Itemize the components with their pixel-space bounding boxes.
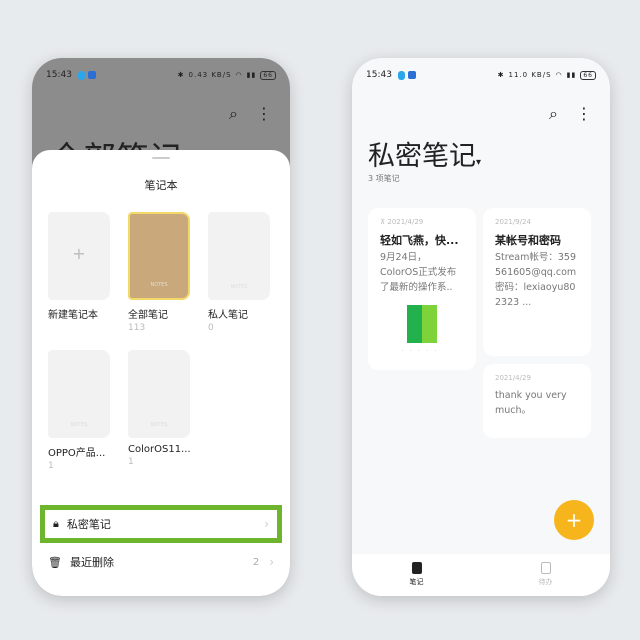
dropdown-icon: ▾	[476, 157, 482, 168]
app-notification-icon	[407, 71, 416, 79]
wifi-icon: ◠	[235, 71, 243, 79]
recently-deleted-row[interactable]: 🗑︎ 最近删除 2 ›	[40, 543, 282, 581]
bottom-tab-bar: 笔记 待办	[352, 554, 610, 596]
tab-notes[interactable]: 笔记	[352, 554, 481, 596]
note-icon	[411, 562, 422, 574]
bluetooth-icon: ✱	[177, 71, 185, 79]
right-phone-screen: 15:43 ✱ 11.0 KB/S ◠ ▮▮ 66 ⌕ ⋮ 私密笔记▾ 3 项笔记 ⊼ 2…	[352, 58, 610, 596]
note-card[interactable]: 2021/9/24 某帐号和密码 Stream帐号：359561605@qq.c…	[483, 208, 591, 356]
note-card[interactable]: ⊼ 2021/4/29 轻如飞燕，快... 9月24日，ColorOS正式发布了…	[368, 208, 476, 370]
page-title[interactable]: 私密笔记▾	[368, 134, 481, 173]
sheet-handle[interactable]	[152, 157, 170, 159]
bluetooth-icon: ✱	[497, 71, 505, 79]
add-note-button[interactable]: +	[554, 500, 594, 540]
notebook-oppo[interactable]: NOTES OPPO产品... 1	[48, 350, 110, 471]
status-time: 15:43	[46, 70, 72, 80]
todo-icon	[540, 562, 551, 574]
note-image-thumbnail	[407, 305, 437, 343]
status-time: 15:43	[366, 70, 392, 80]
app-notification-icon	[87, 71, 96, 79]
app-notification-icon	[77, 70, 85, 80]
battery-icon: 66	[580, 70, 596, 80]
left-phone-screen: 15:43 ✱0.43 KB/S◠▮▮66 ⌕⋮ 全部笔记 笔记本 +新建笔记本…	[32, 58, 290, 596]
search-icon[interactable]: ⌕	[549, 104, 558, 124]
trash-icon: 🗑︎	[48, 555, 62, 569]
lock-icon: 🔒︎	[53, 517, 59, 530]
plus-icon: +	[72, 244, 86, 263]
search-icon[interactable]: ⌕	[229, 104, 238, 124]
chevron-right-icon: ›	[264, 517, 269, 531]
status-bar: 15:43 ✱ 11.0 KB/S ◠ ▮▮ 66	[366, 68, 596, 82]
notebook-all[interactable]: NOTES 全部笔记 113	[128, 212, 190, 333]
notebook-sheet: 笔记本 + 新建笔记本 NOTES 全部笔记 113 NOTES 私人笔记 0 NOTES…	[32, 150, 290, 596]
new-notebook[interactable]: + 新建笔记本	[48, 212, 110, 321]
app-notification-icon	[397, 70, 405, 80]
sheet-title: 笔记本	[144, 179, 178, 192]
network-speed: 11.0 KB/S	[508, 71, 552, 79]
status-bar: 15:43 ✱ 0.43 KB/S ◠ ▮▮ 66	[46, 68, 276, 82]
tab-todo[interactable]: 待办	[481, 554, 610, 596]
note-card[interactable]: 2021/4/29 thank you very much。	[483, 364, 591, 438]
more-icon[interactable]: ⋮	[576, 104, 592, 124]
chevron-right-icon: ›	[269, 555, 274, 569]
signal-icon: ▮▮	[246, 71, 257, 79]
image-dots: ·····	[401, 347, 443, 355]
more-icon[interactable]: ⋮	[256, 104, 272, 124]
note-count: 3 项笔记	[368, 174, 400, 183]
private-notes-row[interactable]: 🔒︎ 私密笔记 ›	[40, 505, 282, 543]
wifi-icon: ◠	[555, 71, 563, 79]
notebook-coloros[interactable]: NOTES ColorOS11... 1	[128, 350, 191, 467]
network-speed: 0.43 KB/S	[188, 71, 232, 79]
signal-icon: ▮▮	[566, 71, 577, 79]
battery-icon: 66	[260, 70, 276, 80]
notebook-personal[interactable]: NOTES 私人笔记 0	[208, 212, 270, 333]
